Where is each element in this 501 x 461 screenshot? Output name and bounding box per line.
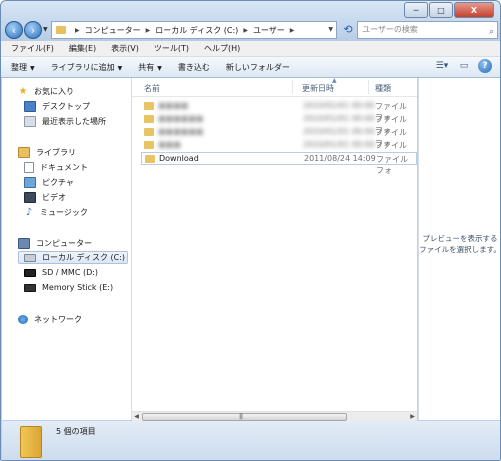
refresh-icon[interactable]: ⟲ (340, 22, 356, 38)
address-history-dropdown[interactable]: ▼ (328, 26, 333, 33)
include-library-button[interactable]: ライブラリに追加 ▼ (51, 62, 123, 73)
sidebar-item-videos[interactable]: ビデオ (24, 192, 66, 203)
breadcrumb-computer[interactable]: コンピューター (85, 25, 141, 36)
menu-tools[interactable]: ツール(T) (144, 43, 194, 54)
folder-icon (145, 155, 155, 163)
sidebar-item-pictures[interactable]: ピクチャ (24, 177, 74, 188)
chevron-right-icon[interactable]: ▶ (290, 27, 295, 34)
column-divider[interactable] (368, 80, 369, 94)
command-bar: 整理 ▼ ライブラリに追加 ▼ 共有 ▼ 書き込む 新しいフォルダー ☰▾ ▭ ? (1, 57, 500, 78)
window-controls: ─ □ X (403, 2, 494, 18)
file-row[interactable]: ■■■■■■ 2010/01/01 00:00 ファイル フォ (141, 113, 417, 135)
memory-stick-icon (24, 283, 36, 292)
file-row[interactable]: ■■■■ 2010/01/01 00:00 ファイル フォ (141, 100, 417, 122)
star-icon: ★ (18, 86, 28, 97)
file-row[interactable]: ■■■■■■ 2010/01/01 00:00 ファイル フォ (141, 126, 417, 148)
file-row-download[interactable]: Download 2011/08/24 14:09 ファイル フォ (141, 152, 417, 175)
back-button[interactable]: ‹ (5, 21, 23, 39)
column-type[interactable]: 種類 (375, 83, 391, 94)
recent-places-icon (24, 116, 36, 127)
document-icon (24, 162, 34, 173)
folder-icon (56, 26, 66, 34)
item-count: 5 個の項目 (56, 427, 96, 436)
folder-icon (144, 141, 154, 149)
desktop-icon (24, 101, 36, 112)
search-icon[interactable]: ⌕ (489, 24, 494, 40)
breadcrumb-users[interactable]: ユーザー (253, 25, 285, 36)
new-folder-button[interactable]: 新しいフォルダー (226, 62, 290, 73)
sidebar-item-memory-stick[interactable]: Memory Stick (E:) (24, 283, 113, 292)
sidebar-computer[interactable]: コンピューター (18, 238, 92, 249)
scroll-right-icon[interactable]: ▶ (408, 412, 417, 421)
search-input[interactable]: ユーザーの検索 ⌕ (357, 21, 498, 39)
help-icon[interactable]: ? (478, 59, 492, 73)
sidebar-libraries[interactable]: ライブラリ (18, 147, 76, 158)
search-placeholder: ユーザーの検索 (362, 25, 418, 34)
chevron-right-icon[interactable]: ▶ (146, 27, 151, 34)
scrollbar-thumb[interactable]: ||| (142, 413, 347, 421)
preview-message: プレビューを表示するファイルを選択します。 (419, 234, 501, 254)
chevron-right-icon[interactable]: ▶ (243, 27, 248, 34)
column-divider[interactable] (292, 80, 293, 94)
folder-icon (144, 102, 154, 110)
file-list: 名前 ▲ 更新日時 種類 ■■■■ 2010/01/01 00:00 ファイル … (132, 77, 417, 421)
organize-button[interactable]: 整理 ▼ (11, 62, 35, 73)
menu-bar: ファイル(F) 編集(E) 表示(V) ツール(T) ヘルプ(H) (1, 41, 500, 57)
network-icon (18, 315, 28, 324)
sidebar-item-recent-places[interactable]: 最近表示した場所 (24, 116, 106, 127)
chevron-right-icon[interactable]: ▶ (75, 27, 80, 34)
maximize-button[interactable]: □ (429, 2, 453, 18)
menu-edit[interactable]: 編集(E) (59, 43, 101, 54)
sidebar-favorites[interactable]: ★ お気に入り (18, 86, 74, 97)
sidebar-item-local-disk[interactable]: ローカル ディスク (C:) (18, 251, 128, 264)
sidebar-item-documents[interactable]: ドキュメント (24, 162, 88, 173)
close-button[interactable]: X (454, 2, 494, 18)
computer-icon (18, 238, 30, 249)
menu-help[interactable]: ヘルプ(H) (194, 43, 245, 54)
pictures-icon (24, 177, 36, 188)
folder-icon (144, 128, 154, 136)
share-button[interactable]: 共有 ▼ (138, 62, 162, 73)
view-options-icon[interactable]: ☰▾ (434, 59, 450, 73)
explorer-window: ─ □ X ‹ › ▼ ▶ コンピューター ▶ ローカル ディスク (C:) ▶ ユ… (0, 0, 501, 461)
address-bar[interactable]: ▶ コンピューター ▶ ローカル ディスク (C:) ▶ ユーザー ▶ ▼ (51, 21, 337, 39)
navigation-pane: ★ お気に入り デスクトップ 最近表示した場所 ライブラリ ドキュメント ピクチャ… (2, 78, 132, 420)
sidebar-item-sd-card[interactable]: SD / MMC (D:) (24, 268, 98, 277)
column-date[interactable]: 更新日時 (302, 83, 334, 94)
file-row[interactable]: ■■■ 2010/01/01 00:00 ファイル フォ (141, 139, 417, 161)
video-icon (24, 192, 36, 203)
folder-icon (144, 115, 154, 123)
forward-button[interactable]: › (24, 21, 42, 39)
breadcrumb-local-disk[interactable]: ローカル ディスク (C:) (155, 25, 238, 36)
details-pane: 5 個の項目 (2, 421, 500, 460)
hard-drive-icon (24, 253, 36, 262)
recent-pages-dropdown[interactable]: ▼ (43, 26, 48, 33)
column-name[interactable]: 名前 (144, 83, 160, 94)
menu-file[interactable]: ファイル(F) (1, 43, 59, 54)
scroll-left-icon[interactable]: ◀ (132, 412, 141, 421)
sidebar-item-music[interactable]: ♪ ミュージック (24, 207, 88, 218)
folder-icon (20, 426, 42, 458)
burn-button[interactable]: 書き込む (178, 62, 210, 73)
sd-card-icon (24, 268, 36, 277)
sidebar-item-desktop[interactable]: デスクトップ (24, 101, 90, 112)
column-header: 名前 ▲ 更新日時 種類 (132, 77, 417, 97)
preview-pane: プレビューを表示するファイルを選択します。 (418, 78, 501, 420)
horizontal-scrollbar[interactable]: ◀ ||| ▶ (132, 411, 417, 421)
library-icon (18, 147, 30, 158)
sidebar-network[interactable]: ネットワーク (18, 314, 82, 325)
navigation-bar: ‹ › ▼ ▶ コンピューター ▶ ローカル ディスク (C:) ▶ ユーザー ▶ ▼… (5, 20, 498, 42)
menu-view[interactable]: 表示(V) (101, 43, 144, 54)
preview-pane-icon[interactable]: ▭ (456, 59, 472, 73)
music-icon: ♪ (25, 207, 33, 218)
minimize-button[interactable]: ─ (404, 2, 428, 18)
